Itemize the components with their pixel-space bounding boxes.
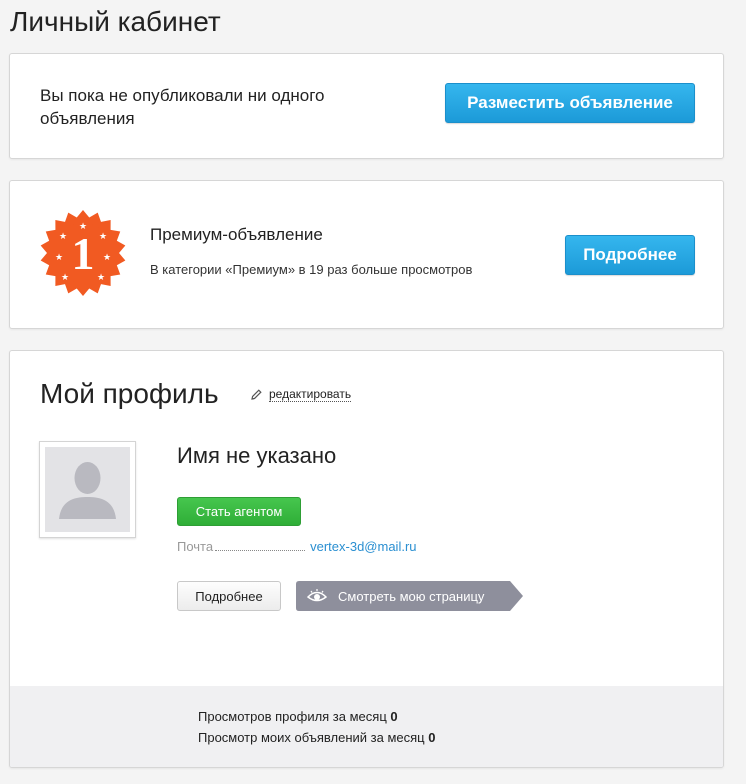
stats-panel: Просмотров профиля за месяц 0 Просмотр м… <box>10 686 723 767</box>
profile-card: Мой профиль редактировать Имя не указано… <box>9 350 724 768</box>
avatar-placeholder-icon <box>45 447 130 532</box>
email-label: Почта <box>177 539 214 554</box>
place-ad-button[interactable]: Разместить объявление <box>445 83 695 123</box>
premium-subtitle: В категории «Премиум» в 19 раз больше пр… <box>150 262 473 277</box>
premium-title: Премиум-объявление <box>150 225 323 244</box>
view-my-page-button[interactable]: Смотреть мою страницу <box>296 581 524 611</box>
svg-text:★: ★ <box>103 253 111 263</box>
email-leader-dots <box>215 541 306 551</box>
profile-views-value: 0 <box>390 709 398 724</box>
profile-name: Имя не указано <box>177 443 337 468</box>
ads-views-stat: Просмотр моих объявлений за месяц 0 <box>198 730 435 745</box>
empty-ads-card: Вы пока не опубликовали ни одного объявл… <box>9 53 724 159</box>
ads-views-value: 0 <box>428 730 436 745</box>
email-row: Почта vertex-3d@mail.ru <box>177 539 417 554</box>
eye-icon <box>307 589 327 602</box>
premium-card: 1 ★ ★ ★ ★ ★ ★ ★ Премиум-объявление В кат… <box>9 180 724 329</box>
edit-profile-link[interactable]: редактировать <box>250 387 352 402</box>
premium-badge-number: 1 <box>72 228 95 279</box>
become-agent-button[interactable]: Стать агентом <box>177 497 301 526</box>
svg-text:★: ★ <box>99 232 107 242</box>
svg-text:★: ★ <box>97 273 105 283</box>
edit-profile-label: редактировать <box>269 387 352 402</box>
svg-text:★: ★ <box>61 273 69 283</box>
premium-badge-icon: 1 ★ ★ ★ ★ ★ ★ ★ <box>39 209 127 297</box>
premium-more-button[interactable]: Подробнее <box>565 235 695 275</box>
empty-ads-message: Вы пока не опубликовали ни одного объявл… <box>40 86 325 128</box>
profile-more-button[interactable]: Подробнее <box>177 581 281 611</box>
svg-text:★: ★ <box>55 253 63 263</box>
view-my-page-label: Смотреть мою страницу <box>338 589 485 604</box>
email-link[interactable]: vertex-3d@mail.ru <box>310 539 416 554</box>
page-title: Личный кабинет <box>10 6 221 37</box>
avatar <box>39 441 136 538</box>
svg-text:★: ★ <box>59 232 67 242</box>
ads-views-label: Просмотр моих объявлений за месяц <box>198 730 429 745</box>
profile-views-stat: Просмотров профиля за месяц 0 <box>198 709 398 724</box>
profile-title: Мой профиль <box>40 378 219 409</box>
pencil-icon <box>251 389 262 400</box>
profile-views-label: Просмотров профиля за месяц <box>198 709 391 724</box>
svg-text:★: ★ <box>79 222 87 232</box>
